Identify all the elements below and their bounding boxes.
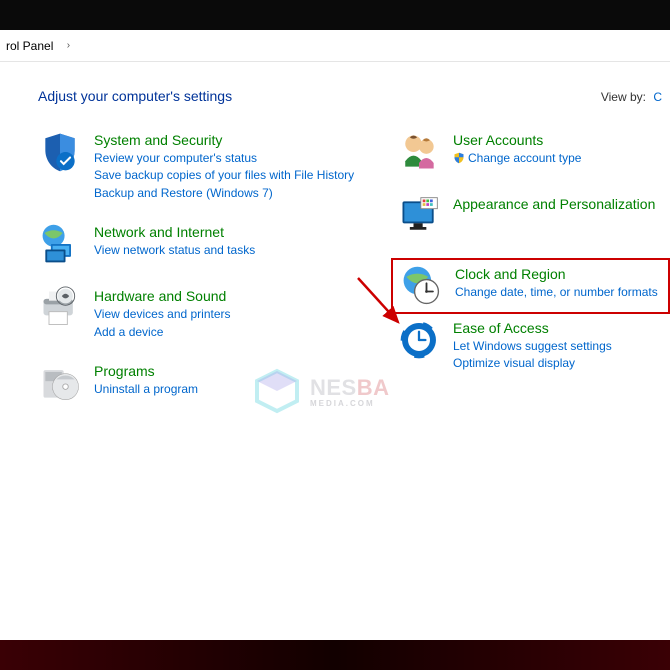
category-hardware: Hardware and Sound View devices and prin… xyxy=(38,286,365,341)
top-dark-bar xyxy=(0,0,670,30)
ease-of-access-icon xyxy=(397,318,441,362)
category-link[interactable]: Change date, time, or number formats xyxy=(455,284,658,301)
category-system-security: System and Security Review your computer… xyxy=(38,130,365,202)
content-area: Adjust your computer's settings View by:… xyxy=(0,62,670,640)
category-link[interactable]: Optimize visual display xyxy=(453,355,612,372)
category-title[interactable]: Appearance and Personalization xyxy=(453,196,655,212)
bottom-dark-bar xyxy=(0,640,670,670)
monitor-personalize-icon xyxy=(397,194,441,238)
clock-globe-icon xyxy=(399,264,443,308)
category-link[interactable]: Add a device xyxy=(94,324,231,341)
category-link[interactable]: Let Windows suggest settings xyxy=(453,338,612,355)
view-by-control[interactable]: View by: C xyxy=(601,90,662,104)
heading-row: Adjust your computer's settings View by:… xyxy=(0,88,670,104)
uac-shield-icon xyxy=(453,152,465,164)
category-programs: Programs Uninstall a program xyxy=(38,361,365,405)
category-link[interactable]: View devices and printers xyxy=(94,306,231,323)
page-title: Adjust your computer's settings xyxy=(38,88,232,104)
category-link[interactable]: View network status and tasks xyxy=(94,242,255,259)
view-by-label: View by: xyxy=(601,90,646,104)
category-title[interactable]: User Accounts xyxy=(453,132,581,148)
breadcrumb-arrow-icon[interactable]: › xyxy=(59,40,77,51)
address-bar[interactable]: rol Panel › xyxy=(0,30,670,62)
users-icon xyxy=(397,130,441,174)
disc-box-icon xyxy=(38,361,82,405)
category-title[interactable]: Network and Internet xyxy=(94,224,255,240)
category-title[interactable]: Clock and Region xyxy=(455,266,658,282)
category-ease-of-access: Ease of Access Let Windows suggest setti… xyxy=(397,318,670,373)
shield-icon xyxy=(38,130,82,174)
category-link[interactable]: Save backup copies of your files with Fi… xyxy=(94,167,354,184)
breadcrumb-segment[interactable]: rol Panel xyxy=(0,39,59,53)
category-clock-region: Clock and Region Change date, time, or n… xyxy=(391,258,670,314)
printer-icon xyxy=(38,286,82,330)
category-title[interactable]: Hardware and Sound xyxy=(94,288,231,304)
category-user-accounts: User Accounts Change account type xyxy=(397,130,670,174)
category-link[interactable]: Uninstall a program xyxy=(94,381,198,398)
category-link[interactable]: Review your computer's status xyxy=(94,150,354,167)
control-panel-window: rol Panel › Adjust your computer's setti… xyxy=(0,30,670,640)
category-columns: System and Security Review your computer… xyxy=(0,130,670,425)
left-column: System and Security Review your computer… xyxy=(0,130,365,425)
right-column: User Accounts Change account type xyxy=(375,130,670,425)
globe-network-icon xyxy=(38,222,82,266)
category-title[interactable]: Programs xyxy=(94,363,198,379)
view-by-value[interactable]: C xyxy=(653,90,662,104)
category-link-shielded[interactable]: Change account type xyxy=(453,150,581,167)
category-network: Network and Internet View network status… xyxy=(38,222,365,266)
category-title[interactable]: Ease of Access xyxy=(453,320,612,336)
category-appearance: Appearance and Personalization xyxy=(397,194,670,238)
category-link[interactable]: Backup and Restore (Windows 7) xyxy=(94,185,354,202)
category-title[interactable]: System and Security xyxy=(94,132,354,148)
